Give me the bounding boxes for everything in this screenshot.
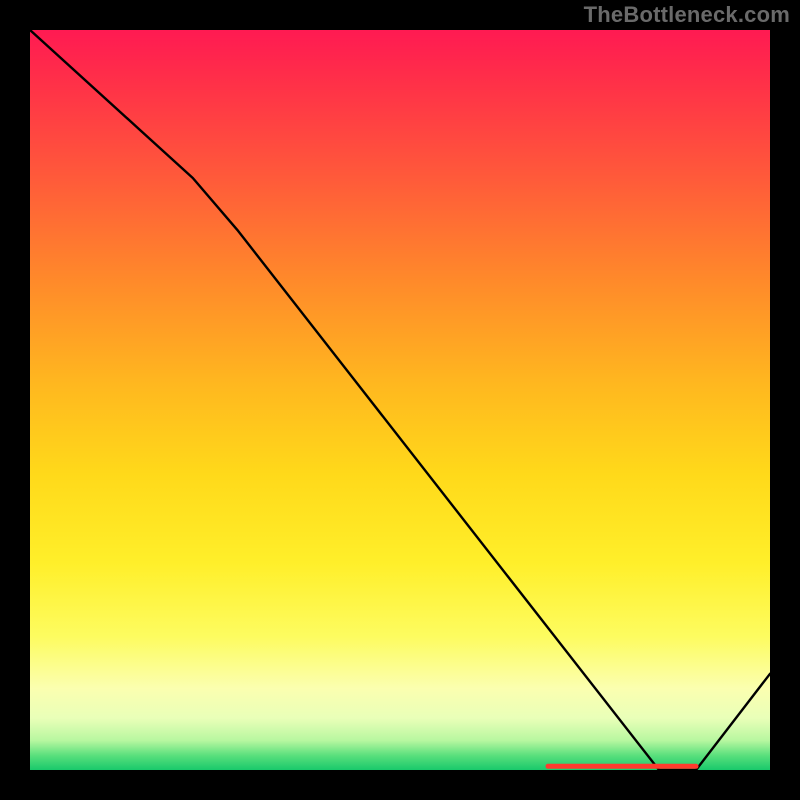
plot-svg (30, 30, 770, 770)
chart-frame: TheBottleneck.com (0, 0, 800, 800)
plot-area (30, 30, 770, 770)
bottleneck-curve (30, 30, 770, 770)
watermark-text: TheBottleneck.com (584, 2, 790, 28)
